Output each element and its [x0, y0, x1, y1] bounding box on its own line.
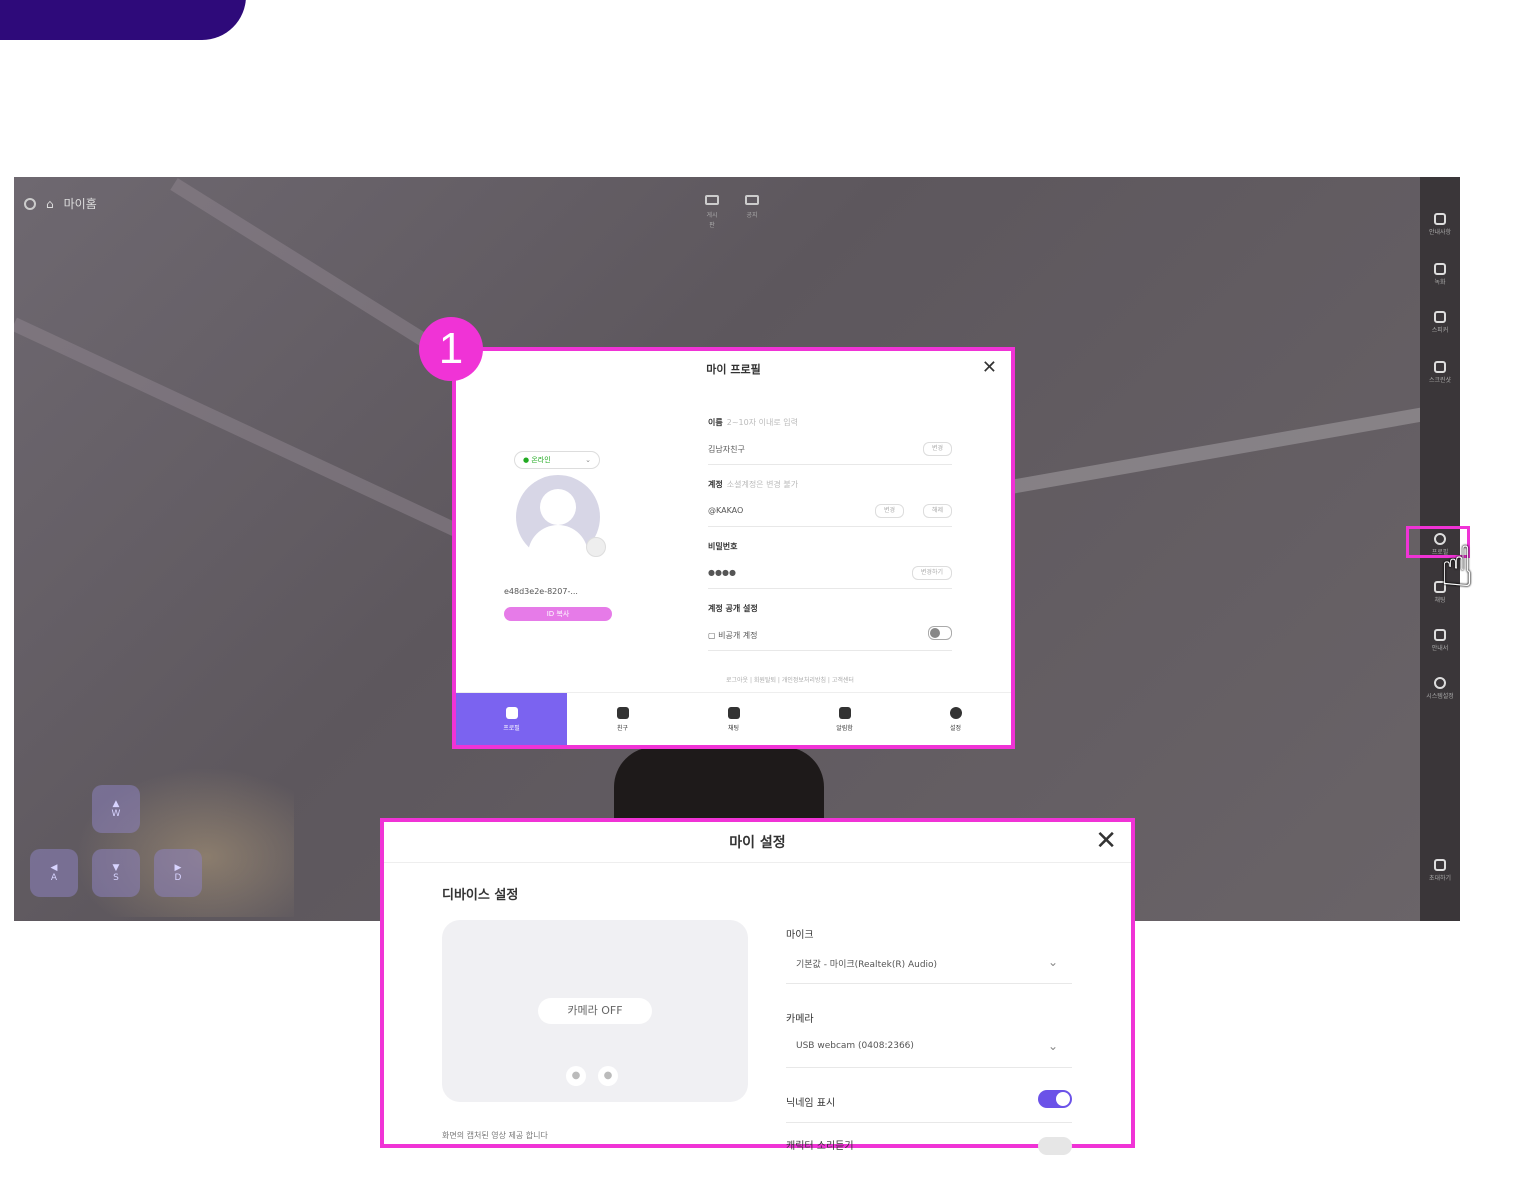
rb-notice[interactable]: 안내사항 [1420, 213, 1460, 236]
board-button[interactable]: 게시판 [704, 195, 720, 231]
close-icon[interactable]: ✕ [1095, 826, 1117, 856]
close-icon[interactable]: ✕ [982, 357, 997, 378]
document-icon [1434, 213, 1446, 225]
change-password-button[interactable]: 변경하기 [911, 566, 952, 580]
location-label: 마이홈 [63, 197, 97, 211]
name-label: 이름 2~10자 이내로 입력 [708, 418, 798, 427]
profile-modal-title: 마이 프로필 [706, 363, 761, 376]
rb-settings[interactable]: 시스템설정 [1420, 677, 1460, 700]
tab-chat[interactable]: 채팅 [678, 693, 789, 745]
key-w[interactable]: ▲ W [92, 785, 140, 833]
profile-tabs: 프로필 친구 채팅 알림함 설정 [456, 692, 1011, 745]
friends-icon [616, 706, 629, 719]
preview-note: 화면의 캡처된 영상 제공 합니다 [442, 1131, 548, 1140]
profile-modal: 마이 프로필 ✕ ● 온라인 ⌄ e48d3e2e-8207-... ID 복사… [452, 347, 1015, 749]
chevron-down-icon: ⌄ [585, 456, 591, 464]
notice-button[interactable]: 공지 [744, 195, 760, 231]
password-label: 비밀번호 [708, 542, 738, 551]
location-icon[interactable]: ● [566, 1066, 586, 1086]
mic-select[interactable]: 기본값 - 마이크(Realtek(R) Audio) ⌄ [786, 955, 1072, 984]
device-options: 마이크 기본값 - 마이크(Realtek(R) Audio) ⌄ 카메라 US… [786, 926, 1072, 1179]
pointer-hand-icon: ☝ [1440, 535, 1475, 600]
tab-friends[interactable]: 친구 [567, 693, 678, 745]
privacy-label: 계정 공개 설정 [708, 604, 758, 613]
chevron-down-icon: ⌄ [1047, 1039, 1058, 1053]
home-icon: ⌂ [46, 196, 54, 211]
camera-edit-icon[interactable] [586, 537, 606, 557]
camera-select[interactable]: USB webcam (0408:2366) ⌄ [786, 1039, 1072, 1068]
board-icon [745, 195, 759, 205]
rb-invite[interactable]: 초대하기 [1420, 859, 1460, 882]
lock-icon: ▢ [708, 631, 719, 640]
mic-icon[interactable]: ● [598, 1066, 618, 1086]
account-field: @KAKAO 변경 해제 [708, 504, 952, 527]
chevron-down-icon: ⌄ [1047, 955, 1058, 969]
password-field: ●●●● 변경하기 [708, 566, 952, 589]
settings-modal: 마이 설정 ✕ 디바이스 설정 카메라 OFF ● ● 화면의 캡처된 영상 제… [380, 818, 1135, 1155]
privacy-field: ▢ 비공개 계정 [708, 626, 952, 651]
rb-speaker[interactable]: 스피커 [1420, 311, 1460, 334]
board-icon [705, 195, 719, 205]
nickname-label: 닉네임 표시 [786, 1098, 836, 1109]
next-label: 캐릭터 소리듣기 [786, 1141, 854, 1152]
key-s[interactable]: ▼ S [92, 849, 140, 897]
location-indicator[interactable]: ⌂ 마이홈 [24, 195, 97, 212]
chat-icon [727, 706, 740, 719]
footer-links[interactable]: 로그아웃 | 회원탈퇴 | 개인정보처리방침 | 고객센터 [726, 675, 854, 684]
user-id: e48d3e2e-8207-... [504, 587, 578, 596]
header-banner [0, 0, 246, 40]
settings-modal-title: 마이 설정 [729, 835, 786, 851]
private-account-toggle[interactable] [928, 626, 952, 640]
gear-icon [1434, 677, 1446, 689]
status-dropdown[interactable]: ● 온라인 ⌄ [514, 451, 600, 469]
camera-preview: 카메라 OFF ● ● [442, 920, 748, 1102]
unlink-account-button[interactable]: 해제 [922, 504, 952, 518]
bell-icon [838, 706, 851, 719]
book-icon [1434, 629, 1446, 641]
copy-id-button[interactable]: ID 복사 [504, 607, 612, 621]
device-section-title: 디바이스 설정 [442, 888, 519, 903]
next-row: 캐릭터 소리듣기 [786, 1137, 1072, 1165]
top-icons: 게시판 공지 [704, 195, 760, 231]
nickname-toggle[interactable] [1038, 1090, 1072, 1108]
key-a[interactable]: ◀ A [30, 849, 78, 897]
gear-icon [949, 706, 962, 719]
account-label: 계정 소셜계정은 변경 불가 [708, 480, 799, 489]
speaker-icon [1434, 311, 1446, 323]
tab-settings[interactable]: 설정 [900, 693, 1011, 745]
step-number-badge: 1 [419, 317, 483, 381]
profile-form: 이름 2~10자 이내로 입력 김남자친구 변경 계정 소셜계정은 변경 불가 @K… [708, 417, 952, 665]
mic-label: 마이크 [786, 930, 814, 941]
user-add-icon [1434, 859, 1446, 871]
key-d[interactable]: ▶ D [154, 849, 202, 897]
avatar [516, 475, 606, 559]
camera-label: 카메라 [786, 1014, 814, 1025]
camera-icon [1434, 263, 1446, 275]
rb-record[interactable]: 녹화 [1420, 263, 1460, 286]
camera-off-badge: 카메라 OFF [538, 998, 652, 1024]
tab-notifications[interactable]: 알림함 [789, 693, 900, 745]
nickname-row: 닉네임 표시 [786, 1090, 1072, 1123]
tab-profile[interactable]: 프로필 [456, 693, 567, 745]
profile-icon [505, 706, 518, 719]
name-field[interactable]: 김남자친구 변경 [708, 442, 952, 465]
app-topbar: ⌂ 마이홈 게시판 공지 [14, 177, 1420, 229]
change-account-button[interactable]: 변경 [874, 504, 904, 518]
location-pin-icon [24, 197, 36, 210]
capture-icon [1434, 361, 1446, 373]
rb-screenshot[interactable]: 스크린샷 [1420, 361, 1460, 384]
change-name-button[interactable]: 변경 [922, 442, 952, 456]
rb-guide[interactable]: 안내서 [1420, 629, 1460, 652]
